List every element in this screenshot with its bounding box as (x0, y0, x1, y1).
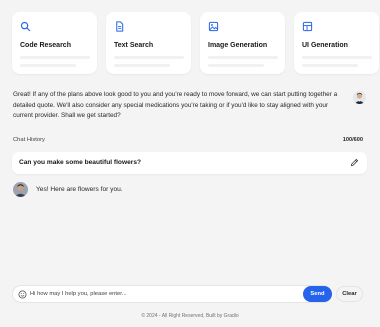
card-placeholder-line (114, 56, 184, 59)
card-placeholder-line (20, 64, 76, 67)
chat-history-label: Chat History (13, 137, 45, 143)
card-title: Code Research (20, 42, 71, 49)
footer-text: © 2024 - All Right Reserved, Built by Gr… (141, 313, 239, 319)
document-icon (114, 21, 125, 32)
tool-cards: Code Research Text Search Image Generati… (12, 12, 379, 74)
user-prompt-text: Can you make some beautiful flowers? (19, 159, 142, 166)
card-ui-generation[interactable]: UI Generation (294, 12, 379, 74)
card-placeholder-line (208, 64, 264, 67)
message-composer (12, 285, 332, 303)
bot-avatar (13, 182, 28, 197)
card-code-research[interactable]: Code Research (12, 12, 97, 74)
pencil-icon[interactable] (350, 158, 359, 167)
card-placeholder-line (208, 56, 278, 59)
card-placeholder-line (114, 64, 170, 67)
card-placeholder-line (20, 56, 90, 59)
bot-reply-text: Yes! Here are flowers for you. (36, 186, 123, 193)
user-prompt-bubble: Can you make some beautiful flowers? (12, 152, 367, 174)
chat-history-count: 100/600 (342, 137, 363, 143)
smile-icon[interactable] (18, 290, 27, 299)
image-icon (208, 21, 219, 32)
card-image-generation[interactable]: Image Generation (200, 12, 285, 74)
assistant-avatar (353, 91, 366, 104)
card-placeholder-line (302, 64, 358, 67)
send-button[interactable]: Send (303, 286, 332, 302)
assistant-message: Great! If any of the plans above look go… (13, 91, 338, 119)
search-icon (20, 21, 31, 32)
card-placeholder-line (302, 56, 372, 59)
card-title: UI Generation (302, 42, 348, 49)
card-text-search[interactable]: Text Search (106, 12, 191, 74)
card-title: Text Search (114, 42, 154, 49)
clear-button[interactable]: Clear (336, 286, 363, 302)
layout-icon (302, 21, 313, 32)
message-input[interactable] (30, 288, 300, 300)
card-title: Image Generation (208, 42, 268, 49)
